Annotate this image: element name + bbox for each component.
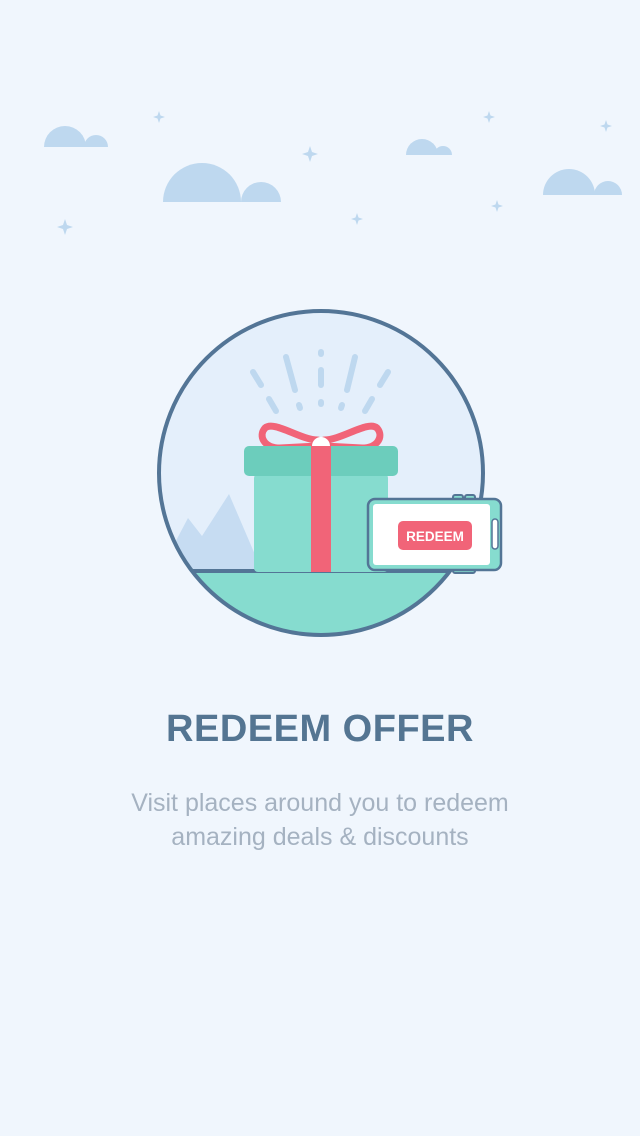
cloud-icon xyxy=(406,139,452,155)
description-line-2: amazing deals & discounts xyxy=(171,823,469,851)
sparkle-icon xyxy=(491,200,503,212)
redeem-illustration: REDEEM xyxy=(157,309,503,637)
description-line-1: Visit places around you to redeem xyxy=(131,789,509,817)
sparkle-icon xyxy=(483,111,495,123)
cloud-icon xyxy=(543,169,622,195)
sparkle-icon xyxy=(57,219,73,235)
sparkle-icon xyxy=(351,213,363,225)
sparkle-icon xyxy=(600,120,612,132)
sky-decoration xyxy=(44,111,622,235)
sparkle-icon xyxy=(302,146,318,162)
page-title: REDEEM OFFER xyxy=(166,708,474,750)
phone-redeem-button-label: REDEEM xyxy=(406,529,464,544)
cloud-icon xyxy=(163,163,281,202)
page-description: Visit places around you to redeem amazin… xyxy=(0,786,640,854)
cloud-icon xyxy=(44,126,108,147)
sparkle-icon xyxy=(153,111,165,123)
